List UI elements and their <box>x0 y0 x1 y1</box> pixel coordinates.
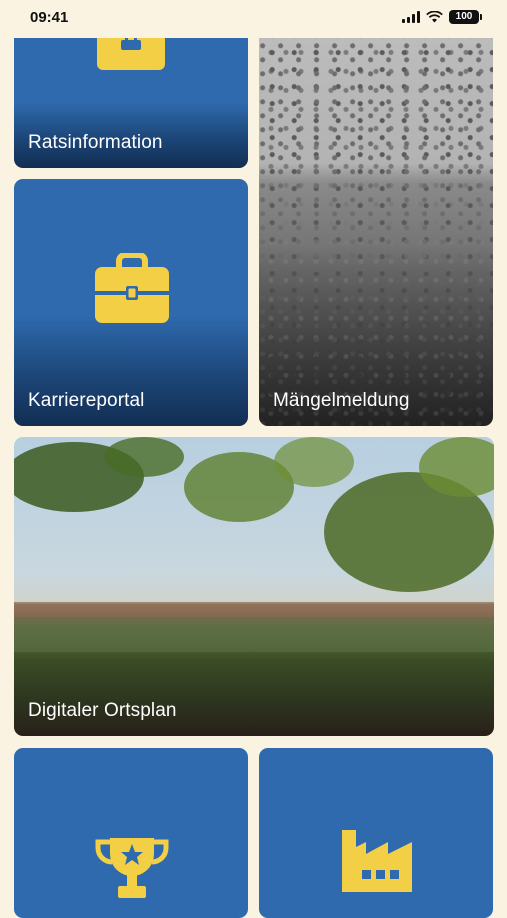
tile-business[interactable] <box>259 748 493 918</box>
tile-label-maengelmeldung: Mängelmeldung <box>273 390 410 411</box>
wifi-icon <box>426 11 443 23</box>
status-time: 09:41 <box>30 9 69 26</box>
tile-ratsinformation[interactable]: Ratsinformation <box>14 22 248 168</box>
trophy-icon <box>95 838 169 898</box>
battery-icon: 100 <box>449 10 482 24</box>
status-bar: 09:41 100 <box>0 0 507 38</box>
tile-label-digitaler-ortsplan: Digitaler Ortsplan <box>28 700 177 721</box>
briefcase-icon <box>95 253 169 323</box>
tile-maengelmeldung[interactable]: Mängelmeldung <box>259 22 493 426</box>
tile-awards[interactable] <box>14 748 248 918</box>
signal-icon <box>402 11 420 23</box>
tile-digitaler-ortsplan[interactable]: Digitaler Ortsplan <box>14 437 494 736</box>
tile-label-karriereportal: Karriereportal <box>28 390 145 411</box>
tile-karriereportal[interactable]: Karriereportal <box>14 179 248 426</box>
leaves-foreground <box>14 437 494 652</box>
tile-label-ratsinformation: Ratsinformation <box>28 132 163 153</box>
factory-icon <box>342 830 412 892</box>
status-icons: 100 <box>402 9 482 25</box>
